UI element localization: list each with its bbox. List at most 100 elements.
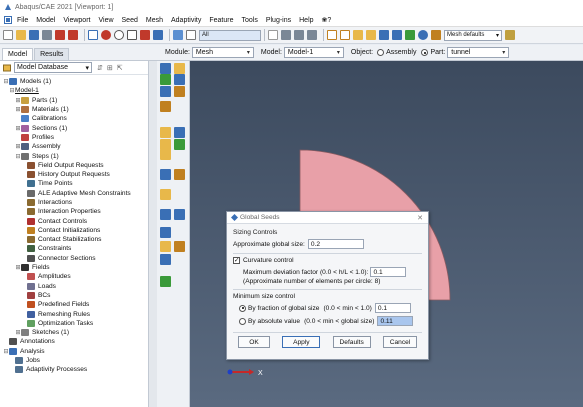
defaults-button[interactable]: Defaults <box>332 336 371 348</box>
mesh-defaults-select[interactable]: Mesh defaults ▾ <box>444 29 502 41</box>
tree-node[interactable]: ⊞ Sketches (1) <box>0 328 148 337</box>
menu-viewport[interactable]: Viewport <box>63 17 90 24</box>
tree-node[interactable]: Amplitudes <box>0 272 148 281</box>
tree-scrollbar[interactable] <box>149 61 157 407</box>
tree-node[interactable]: BCs <box>0 291 148 300</box>
mesh-tool-icon[interactable] <box>160 227 171 238</box>
mesh-tool-icon[interactable] <box>160 241 171 252</box>
save-icon[interactable] <box>29 30 39 40</box>
menu-tools[interactable]: Tools <box>241 17 257 24</box>
mesh-tool-icon[interactable] <box>160 86 171 97</box>
print-icon[interactable] <box>42 30 52 40</box>
menu-help[interactable]: Help <box>299 17 313 24</box>
tree-node[interactable]: Predefined Fields <box>0 300 148 309</box>
arrow-icon[interactable] <box>186 30 196 40</box>
menu-feature[interactable]: Feature <box>209 17 233 24</box>
mesh-tool-icon[interactable] <box>160 101 171 112</box>
color-code-icon[interactable] <box>505 30 515 40</box>
tree-node[interactable]: ⊞ Fields <box>0 263 148 272</box>
mesh-tool-icon[interactable] <box>174 209 185 220</box>
selection-icon[interactable] <box>173 30 183 40</box>
mesh-tool-icon[interactable] <box>160 149 171 160</box>
tree-node[interactable]: Contact Controls <box>0 216 148 225</box>
by-fraction-input[interactable]: 0.1 <box>374 303 411 313</box>
tree-select[interactable]: Model Database ▾ <box>14 62 92 73</box>
tree-node[interactable]: ⊞ Sections (1) <box>0 123 148 132</box>
mesh-tool-icon[interactable] <box>160 209 171 220</box>
menu-adaptivity[interactable]: Adaptivity <box>171 17 201 24</box>
selection-filter-select[interactable]: All <box>199 29 261 41</box>
approx-size-input[interactable]: 0.2 <box>307 239 364 249</box>
by-fraction-radio[interactable] <box>239 304 246 312</box>
tree-node[interactable]: ⊟ Model-1 <box>0 86 148 95</box>
tree-node[interactable]: Adaptivity Processes <box>0 365 148 374</box>
tree-pin-icon[interactable]: ⇱ <box>117 64 123 72</box>
tree-node[interactable]: ⊟ Models (1) <box>0 77 148 86</box>
pan-icon[interactable] <box>88 30 98 40</box>
mesh-tool-icon[interactable] <box>160 169 171 180</box>
mesh-on-icon[interactable] <box>392 30 402 40</box>
tree-filter-icon[interactable]: ⊞ <box>107 64 113 72</box>
auto-fit-icon[interactable] <box>140 30 150 40</box>
assembly-radio[interactable] <box>377 49 385 56</box>
tab-model[interactable]: Model <box>2 48 34 60</box>
mesh-tool-icon[interactable] <box>160 254 171 265</box>
mesh-tool-icon[interactable] <box>160 276 171 287</box>
info-icon[interactable] <box>418 30 428 40</box>
tree-node[interactable]: Optimization Tasks <box>0 319 148 328</box>
render-shaded-icon[interactable] <box>353 30 363 40</box>
remove-icon[interactable] <box>307 30 317 40</box>
mesh-defaults-icon[interactable] <box>431 30 441 40</box>
mesh-tool-icon[interactable] <box>174 127 185 138</box>
new-icon[interactable] <box>3 30 13 40</box>
tool-icon[interactable] <box>68 30 78 40</box>
tree-node[interactable]: Contact Initializations <box>0 226 148 235</box>
tree-node[interactable]: ⊟ Analysis <box>0 347 148 356</box>
mesh-tool-icon[interactable] <box>174 241 185 252</box>
by-absolute-input[interactable]: 0.11 <box>377 316 414 326</box>
cancel-button[interactable]: Cancel <box>382 336 417 348</box>
tree-node[interactable]: Loads <box>0 282 148 291</box>
mesh-tool-icon[interactable] <box>174 63 185 74</box>
magnify-icon[interactable] <box>114 30 124 40</box>
cycle-views-icon[interactable] <box>153 30 163 40</box>
mesh-tool-icon[interactable] <box>160 189 171 200</box>
render-hidden-icon[interactable] <box>340 30 350 40</box>
menu-model[interactable]: Model <box>36 17 55 24</box>
display-group-icon[interactable] <box>268 30 278 40</box>
tree-node[interactable]: ⊞ Materials (1) <box>0 105 148 114</box>
tree-node[interactable]: Time Points <box>0 179 148 188</box>
menu-view[interactable]: View <box>98 17 113 24</box>
tree-node[interactable]: ⊞ Assembly <box>0 142 148 151</box>
part-radio[interactable] <box>421 49 429 56</box>
by-absolute-radio[interactable] <box>239 317 246 325</box>
tree-node[interactable]: Field Output Requests <box>0 161 148 170</box>
render-box-icon[interactable] <box>366 30 376 40</box>
add-icon[interactable] <box>294 30 304 40</box>
app-menu-icon[interactable] <box>4 16 12 24</box>
query-icon[interactable] <box>55 30 65 40</box>
tree-node[interactable]: Connector Sections <box>0 254 148 263</box>
replace-icon[interactable] <box>281 30 291 40</box>
mesh-tool-icon[interactable] <box>174 169 185 180</box>
close-icon[interactable]: ✕ <box>417 214 423 222</box>
mesh-display-icon[interactable] <box>379 30 389 40</box>
context-help-icon[interactable]: ❀? <box>322 16 332 24</box>
mesh-tool-icon[interactable] <box>160 74 171 85</box>
tree-node[interactable]: Annotations <box>0 337 148 346</box>
rotate-icon[interactable] <box>101 30 111 40</box>
mesh-tool-icon[interactable] <box>174 74 185 85</box>
tree-node[interactable]: Interactions <box>0 198 148 207</box>
tree-node[interactable]: ⊞ Parts (1) <box>0 96 148 105</box>
render-wire-icon[interactable] <box>327 30 337 40</box>
tree-options-icon[interactable]: ⇵ <box>97 64 103 72</box>
menu-seed[interactable]: Seed <box>122 17 138 24</box>
menu-plugins[interactable]: Plug-ins <box>266 17 291 24</box>
ok-button[interactable]: OK <box>238 336 270 348</box>
menu-mesh[interactable]: Mesh <box>146 17 163 24</box>
tree-node[interactable]: Jobs <box>0 356 148 365</box>
tree-node[interactable]: Profiles <box>0 133 148 142</box>
menu-file[interactable]: File <box>17 17 28 24</box>
curvature-checkbox[interactable] <box>233 256 240 264</box>
tree-node[interactable]: Interaction Properties <box>0 207 148 216</box>
